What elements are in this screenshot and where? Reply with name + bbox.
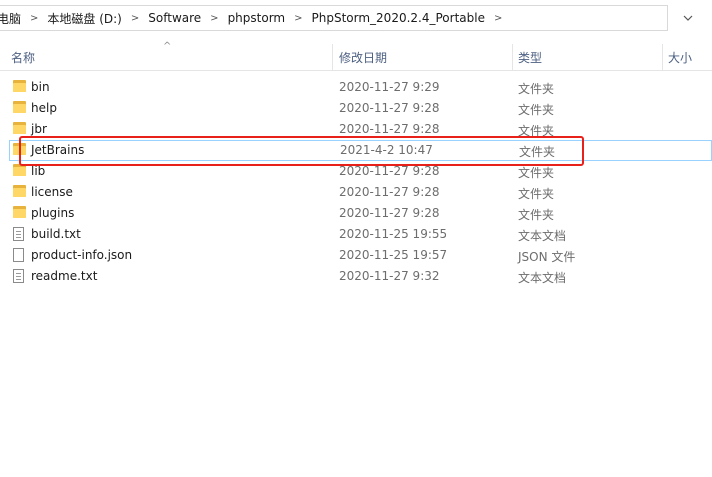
file-type: 文件夹 (518, 208, 555, 222)
file-date: 2020-11-25 19:57 (339, 248, 448, 262)
file-type: 文本文档 (518, 229, 567, 243)
file-date: 2020-11-27 9:28 (339, 206, 440, 220)
file-name: product-info.json (31, 248, 133, 262)
address-history-dropdown[interactable] (672, 5, 704, 31)
file-name: lib (31, 164, 46, 178)
file-row[interactable]: build.txt 2020-11-25 19:55 文本文档 (0, 224, 712, 245)
breadcrumb-separator-icon[interactable]: > (494, 13, 502, 24)
file-date: 2020-11-27 9:29 (339, 80, 440, 94)
column-header-name[interactable]: 名称 (11, 44, 331, 70)
file-date: 2020-11-27 9:28 (339, 185, 440, 199)
column-header-size[interactable]: 大小 (668, 44, 712, 70)
file-icon (13, 248, 24, 262)
file-row[interactable]: product-info.json 2020-11-25 19:57 JSON … (0, 245, 712, 266)
column-divider[interactable] (332, 44, 333, 70)
folder-icon (13, 122, 26, 134)
column-header-date[interactable]: 修改日期 (339, 44, 509, 70)
breadcrumb-software[interactable]: Software (148, 11, 201, 25)
breadcrumb-drive-d[interactable]: 本地磁盘 (D:) (47, 10, 121, 27)
file-name: plugins (31, 206, 75, 220)
breadcrumb-separator-icon[interactable]: > (294, 13, 302, 24)
folder-icon (13, 206, 26, 218)
breadcrumb-separator-icon[interactable]: > (210, 13, 218, 24)
file-type: 文件夹 (518, 166, 555, 180)
breadcrumb-portable[interactable]: PhpStorm_2020.2.4_Portable (312, 11, 485, 25)
file-name: readme.txt (31, 269, 98, 283)
file-type: JSON 文件 (518, 250, 576, 264)
chevron-down-icon (683, 15, 693, 21)
file-row[interactable]: help 2020-11-27 9:28 文件夹 (0, 98, 712, 119)
file-date: 2020-11-27 9:28 (339, 122, 440, 136)
breadcrumb-separator-icon[interactable]: > (131, 13, 139, 24)
file-row[interactable]: bin 2020-11-27 9:29 文件夹 (0, 77, 712, 98)
file-row[interactable]: readme.txt 2020-11-27 9:32 文本文档 (0, 266, 712, 287)
highlight-annotation-box (19, 136, 584, 166)
breadcrumb-computer[interactable]: 电脑 (0, 10, 21, 27)
column-divider[interactable] (512, 44, 513, 70)
file-name: help (31, 101, 57, 115)
file-name: bin (31, 80, 50, 94)
file-date: 2020-11-27 9:28 (339, 164, 440, 178)
folder-icon (13, 185, 26, 197)
file-type: 文件夹 (518, 82, 555, 96)
folder-icon (13, 101, 26, 113)
text-file-icon (13, 227, 24, 241)
file-name: jbr (31, 122, 47, 136)
file-date: 2020-11-27 9:28 (339, 101, 440, 115)
file-type: 文件夹 (518, 187, 555, 201)
file-date: 2020-11-25 19:55 (339, 227, 448, 241)
file-type: 文本文档 (518, 271, 567, 285)
column-divider[interactable] (662, 44, 663, 70)
file-row[interactable]: license 2020-11-27 9:28 文件夹 (0, 182, 712, 203)
text-file-icon (13, 269, 24, 283)
breadcrumb-separator-icon[interactable]: > (30, 13, 38, 24)
address-bar[interactable]: 电脑 > 本地磁盘 (D:) > Software > phpstorm > P… (0, 5, 668, 31)
file-type: 文件夹 (518, 103, 555, 117)
file-date: 2020-11-27 9:32 (339, 269, 440, 283)
folder-icon (13, 80, 26, 92)
file-name: license (31, 185, 73, 199)
column-header-bar: ^ 名称 修改日期 类型 大小 (0, 41, 712, 71)
column-header-type[interactable]: 类型 (518, 44, 658, 70)
breadcrumb-phpstorm[interactable]: phpstorm (228, 11, 286, 25)
file-name: build.txt (31, 227, 81, 241)
file-row[interactable]: plugins 2020-11-27 9:28 文件夹 (0, 203, 712, 224)
